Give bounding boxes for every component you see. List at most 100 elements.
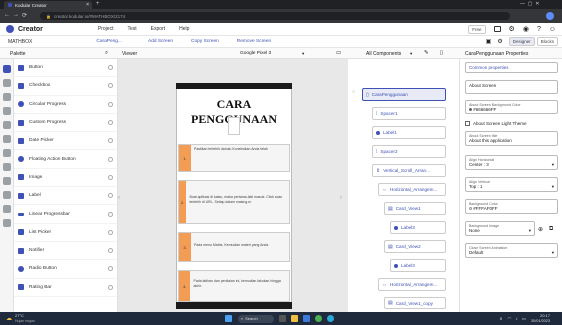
component-vertical-scroll[interactable]: ⇕ Vertical_Scroll_Arran... <box>372 164 446 177</box>
gear-icon[interactable]: ⚙ <box>509 25 515 33</box>
category-monetization-icon[interactable] <box>3 205 11 213</box>
info-icon[interactable] <box>108 65 113 71</box>
menu-help[interactable]: Help <box>179 26 189 32</box>
remove-screen-button[interactable]: Remove Screen <box>237 39 271 44</box>
card-view-3[interactable]: 3. Pada menu Maths, Kemudian materi yang… <box>178 232 290 262</box>
upload-icon[interactable]: ⊕ <box>538 226 543 233</box>
category-storage-icon[interactable] <box>3 163 11 171</box>
palette-item-date-picker[interactable]: Date Picker <box>14 132 117 151</box>
component-spacer1[interactable]: ⁞ Spacer1 <box>372 107 446 120</box>
taskbar-search[interactable]: ⌕ Search <box>237 314 274 323</box>
palette-item-linear-progressbar[interactable]: Linear Progressbar <box>14 205 117 224</box>
tablet-preview-icon[interactable]: ▭ <box>336 50 341 56</box>
component-card-view2[interactable]: ▤ Card_View2 <box>384 240 446 253</box>
device-select[interactable]: Google Pixel 3 <box>240 51 271 56</box>
about-bg-color-field[interactable]: About Screen Background Color #666666FF <box>465 100 558 114</box>
category-connectivity-icon[interactable] <box>3 177 11 185</box>
wifi-icon[interactable]: ◠ <box>508 316 512 322</box>
light-theme-checkbox[interactable]: About Screen Light Theme <box>465 121 526 126</box>
browser-tab[interactable]: Kodular Creator × <box>4 1 92 9</box>
palette-item-radio-button[interactable]: Radio Button <box>14 260 117 279</box>
category-layout-icon[interactable] <box>3 79 11 87</box>
battery-icon[interactable]: ▭ <box>522 316 526 322</box>
component-card-view1[interactable]: ▤ Card_View1 <box>384 202 446 215</box>
info-icon[interactable] <box>108 193 113 199</box>
info-icon[interactable] <box>108 248 113 254</box>
category-extensions-icon[interactable] <box>3 219 11 227</box>
component-label3[interactable]: Label3 <box>390 221 446 234</box>
task-view-icon[interactable] <box>278 315 286 322</box>
palette-item-image[interactable]: Image <box>14 169 117 188</box>
info-icon[interactable] <box>108 120 113 126</box>
collapse-icon[interactable]: ○ <box>352 89 355 95</box>
settings-icon[interactable]: ⚙ <box>497 38 502 45</box>
palette-item-fab[interactable]: Floating Action Button <box>14 150 117 169</box>
align-vertical-select[interactable]: Align Vertical Top : 1 ▾ <box>465 177 558 192</box>
about-screen-field[interactable]: About Screen <box>465 80 558 94</box>
copy-icon[interactable]: ▯ <box>440 50 443 56</box>
edit-icon[interactable]: ✎ <box>424 50 429 56</box>
volume-icon[interactable]: ♪ <box>515 316 517 321</box>
open-image-icon[interactable]: ⧉ <box>549 226 553 233</box>
card-view-4[interactable]: 4. Pada latihan dan penilaian ini, kemud… <box>178 270 290 302</box>
preview-icon[interactable]: ▣ <box>486 38 492 45</box>
palette-item-checkbox[interactable]: Checkbox <box>14 77 117 96</box>
window-controls[interactable]: — ▢ ✕ <box>520 1 539 7</box>
component-screen[interactable]: ▯ CaraPenggunaan <box>362 88 446 101</box>
tv-icon[interactable] <box>493 26 501 32</box>
palette-search-icon[interactable]: ⌕ <box>105 50 108 57</box>
common-properties-tab[interactable]: Common properties <box>465 62 558 73</box>
info-icon[interactable] <box>108 284 113 290</box>
designer-button[interactable]: Designer <box>508 37 535 46</box>
info-icon[interactable] <box>108 138 113 144</box>
palette-item-list-picker[interactable]: List Picker <box>14 224 117 242</box>
info-icon[interactable] <box>108 211 113 217</box>
url-field[interactable]: 🔒 creator.kodular.io/#MATHBOX/2174 <box>40 12 510 20</box>
companion-icon[interactable]: ◉ <box>523 25 529 33</box>
info-icon[interactable] <box>108 266 113 272</box>
component-horizontal-arrangement-2[interactable]: ⇔ Horizontal_Arrangem... <box>378 278 446 291</box>
align-horizontal-select[interactable]: Align Horizontal Center : 3 ▾ <box>465 155 558 170</box>
about-title-field[interactable]: About Screen title About this applicatio… <box>465 131 558 146</box>
tab-close-icon[interactable]: × <box>86 2 89 8</box>
viewer-scroll-left-icon[interactable]: ‹ <box>118 195 120 201</box>
help-icon[interactable]: ? <box>537 26 541 33</box>
file-explorer-icon[interactable] <box>290 315 298 322</box>
category-drawing-icon[interactable] <box>3 107 11 115</box>
chrome-icon[interactable] <box>314 315 322 322</box>
account-icon[interactable]: ☺ <box>549 26 556 33</box>
palette-item-custom-progress[interactable]: Custom Progress <box>14 114 117 133</box>
checkbox-icon[interactable] <box>465 121 470 126</box>
menu-project[interactable]: Project <box>98 26 114 32</box>
category-user-interface-icon[interactable] <box>3 65 11 73</box>
reload-icon[interactable]: ⟳ <box>22 12 27 19</box>
store-icon[interactable] <box>302 315 310 322</box>
add-screen-button[interactable]: Add Screen <box>148 39 173 44</box>
palette-item-notifier[interactable]: Notifier <box>14 242 117 261</box>
category-google-icon[interactable] <box>3 191 11 199</box>
background-image-select[interactable]: Background Image None ▾ <box>465 221 535 236</box>
category-media-icon[interactable] <box>3 93 11 101</box>
components-dropdown-icon[interactable]: ▾ <box>410 51 412 57</box>
menu-test[interactable]: Test <box>127 26 136 32</box>
profile-icon[interactable] <box>546 12 554 20</box>
category-sensors-icon[interactable] <box>3 135 11 143</box>
category-maps-icon[interactable] <box>3 121 11 129</box>
viewer-scroll-right-icon[interactable]: › <box>340 195 342 201</box>
close-animation-select[interactable]: Close Screen Animation Default ▾ <box>465 243 558 258</box>
new-tab-icon[interactable]: + <box>96 1 100 7</box>
category-social-icon[interactable] <box>3 149 11 157</box>
component-label3-b[interactable]: Label3 <box>390 259 446 272</box>
info-icon[interactable] <box>108 156 113 162</box>
palette-item-button[interactable]: Button <box>14 59 117 78</box>
windows-start-icon[interactable] <box>224 315 232 322</box>
spacer-box[interactable] <box>228 117 240 135</box>
blocks-button[interactable]: Blocks <box>536 37 558 46</box>
card-view-1[interactable]: 1. Pastikan terlebih dahulu Koneksikan A… <box>178 144 290 172</box>
info-icon[interactable] <box>108 174 113 180</box>
component-horizontal-arrangement[interactable]: ⇔ Horizontal_Arrangem... <box>378 183 446 196</box>
copy-screen-button[interactable]: Copy Screen <box>191 39 219 44</box>
component-label1[interactable]: Label1 <box>372 126 446 139</box>
clock[interactable]: 20:17 30/01/2023 <box>531 313 550 323</box>
nav-forward-icon[interactable]: → <box>13 12 19 18</box>
